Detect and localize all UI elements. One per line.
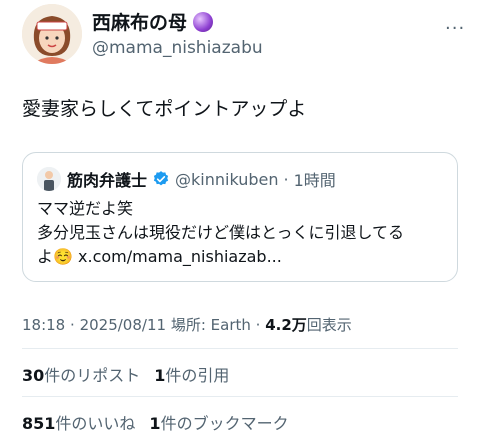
bookmarks-label: 件のブックマーク (160, 414, 289, 433)
avatar[interactable] (22, 4, 82, 64)
tweet-place: 場所: Earth (170, 316, 251, 334)
quote-time[interactable]: 1時間 (294, 167, 336, 191)
author-display-name-row[interactable]: 西麻布の母 (92, 8, 214, 35)
more-icon[interactable]: ··· (445, 18, 465, 39)
reposts-count: 30 (22, 366, 45, 385)
quote-handle[interactable]: @kinnikuben (175, 170, 279, 189)
author-display-name[interactable]: 西麻布の母 (92, 8, 187, 35)
quotes-count: 1 (154, 366, 166, 385)
quote-line: ママ逆だよ笑 (37, 199, 134, 218)
meta-dot: · (255, 316, 261, 334)
meta-dot: · (70, 316, 75, 334)
quote-avatar[interactable] (37, 167, 61, 191)
tweet-date[interactable]: 2025/08/11 (80, 316, 166, 334)
views-count: 4.2万 (265, 316, 307, 334)
bookmarks-stat[interactable]: 1件のブックマーク (149, 414, 288, 433)
tweet-time[interactable]: 18:18 (22, 316, 65, 334)
likes-label: 件のいいね (55, 414, 136, 433)
tweet-meta: 18:18 · 2025/08/11 場所: Earth · 4.2万回表示 (22, 314, 352, 335)
quote-line: 多分児玉さんは現役だけど僕はとっくに引退してる (37, 223, 405, 242)
quoted-tweet[interactable]: 筋肉弁護士 @kinnikuben · 1時間 ママ逆だよ笑 多分児玉さんは現役だけ… (22, 152, 458, 282)
quote-body: ママ逆だよ笑 多分児玉さんは現役だけど僕はとっくに引退してる よ☺️ x.com… (37, 197, 404, 269)
divider (22, 348, 458, 349)
bookmarks-count: 1 (149, 414, 161, 433)
likes-stat[interactable]: 851件のいいね (22, 414, 135, 433)
quote-header: 筋肉弁護士 @kinnikuben · 1時間 (67, 167, 336, 191)
stats-row-reposts: 30件のリポスト 1件の引用 (22, 362, 229, 386)
quotes-label: 件の引用 (165, 366, 230, 385)
reposts-stat[interactable]: 30件のリポスト (22, 366, 140, 385)
quote-line: よ☺️ x.com/mama_nishiazab... (37, 247, 282, 266)
likes-count: 851 (22, 414, 56, 433)
divider (22, 396, 458, 397)
crystal-ball-icon (193, 11, 214, 32)
verified-badge-icon (153, 171, 169, 186)
reposts-label: 件のリポスト (44, 366, 141, 385)
quote-display-name[interactable]: 筋肉弁護士 (67, 167, 147, 191)
quotes-stat[interactable]: 1件の引用 (154, 366, 229, 385)
tweet-text: 愛妻家らしくてポイントアップよ (22, 98, 307, 120)
author-handle[interactable]: @mama_nishiazabu (92, 38, 263, 58)
views-label: 回表示 (306, 316, 352, 334)
stats-row-likes: 851件のいいね 1件のブックマーク (22, 410, 289, 434)
quote-separator: · (283, 169, 289, 189)
